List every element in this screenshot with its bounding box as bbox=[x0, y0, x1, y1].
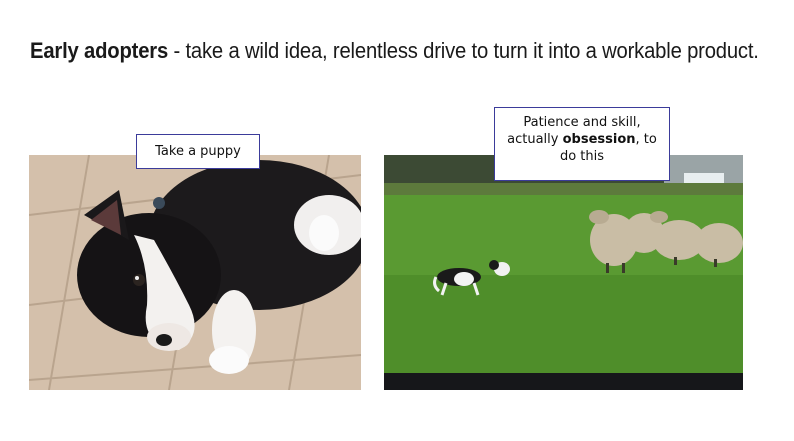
caption-line-3: do this bbox=[559, 149, 605, 164]
headline-rest: - take a wild idea, relentless drive to … bbox=[168, 38, 759, 63]
caption-line-2: actually obsession, to bbox=[507, 132, 657, 147]
sheepdog-field-photo bbox=[384, 155, 743, 390]
puppy-photo bbox=[29, 155, 361, 390]
slide-headline: Early adopters - take a wild idea, relen… bbox=[30, 38, 759, 64]
headline-bold: Early adopters bbox=[30, 38, 169, 63]
caption-obsession: obsession bbox=[562, 132, 636, 147]
caption-take-a-puppy: Take a puppy bbox=[136, 134, 260, 169]
caption-patience-and-skill: Patience and skill, actually obsession, … bbox=[494, 107, 670, 181]
caption-line-1: Patience and skill, bbox=[523, 115, 641, 130]
